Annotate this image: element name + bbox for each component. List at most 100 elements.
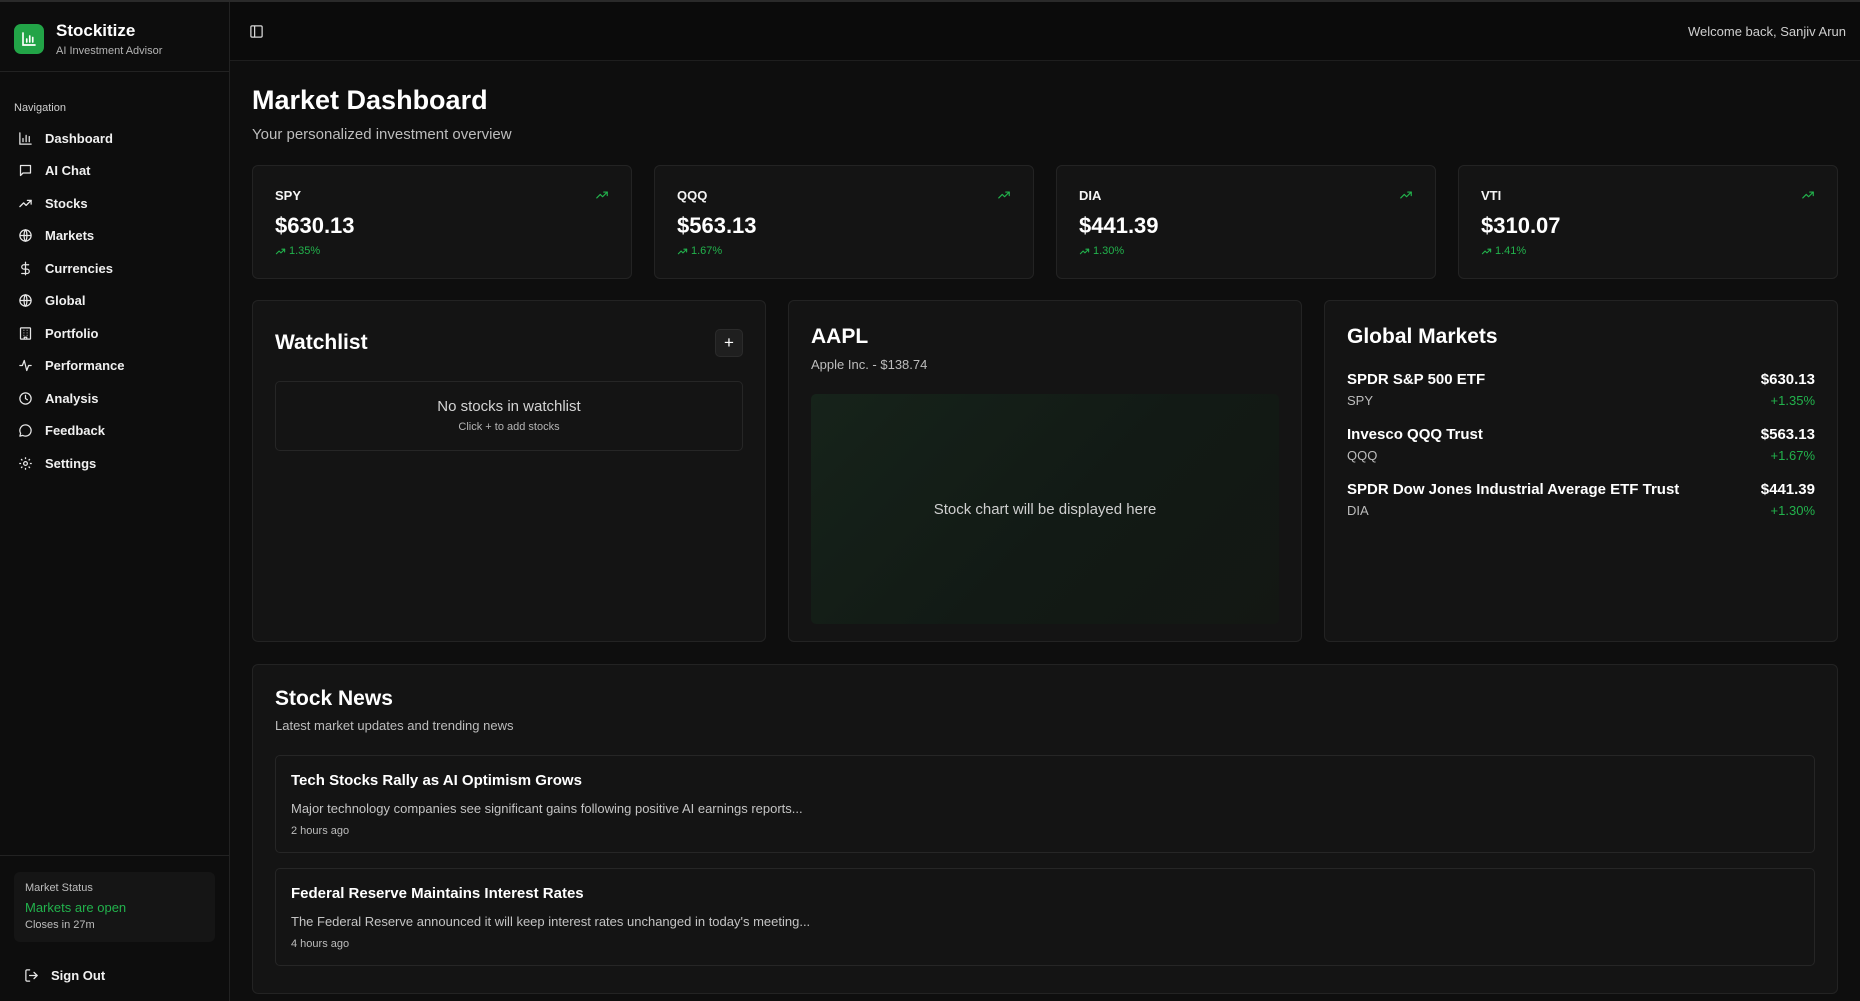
sidebar-item-label: AI Chat: [45, 163, 91, 179]
sidebar-item-ai-chat[interactable]: AI Chat: [0, 155, 229, 188]
sign-out-label: Sign Out: [51, 968, 106, 983]
chat-bubble-icon: [19, 165, 32, 177]
ticker-price: $310.07: [1481, 213, 1561, 238]
market-price: $441.39: [1760, 481, 1815, 498]
trend-up-icon: [275, 248, 286, 254]
sidebar-item-label: Performance: [45, 358, 125, 374]
ticker-card-dia[interactable]: DIA $441.39 1.30%: [1056, 165, 1436, 279]
sidebar-item-stocks[interactable]: Stocks: [0, 187, 229, 220]
brand[interactable]: Stockitize AI Investment Advisor: [0, 2, 229, 72]
watchlist-title: Watchlist: [275, 331, 368, 354]
global-markets-panel: Global Markets SPDR S&P 500 ETF SPY $630…: [1324, 300, 1838, 642]
news-subtitle: Latest market updates and trending news: [275, 718, 514, 733]
market-status-state: Markets are open: [25, 900, 127, 915]
market-price: $630.13: [1760, 371, 1815, 388]
market-symbol: DIA: [1347, 503, 1369, 518]
market-name: Invesco QQQ Trust: [1347, 426, 1483, 443]
list-item[interactable]: Invesco QQQ Trust QQQ $563.13 +1.67%: [1347, 426, 1815, 463]
ticker-card-vti[interactable]: VTI $310.07 1.41%: [1458, 165, 1838, 279]
sidebar-item-currencies[interactable]: Currencies: [0, 252, 229, 285]
ticker-price: $630.13: [275, 213, 355, 238]
market-name: SPDR S&P 500 ETF: [1347, 371, 1486, 388]
news-timestamp: 2 hours ago: [291, 825, 350, 837]
brand-name: Stockitize: [56, 20, 136, 40]
sidebar-item-performance[interactable]: Performance: [0, 350, 229, 383]
sidebar-item-label: Dashboard: [45, 130, 113, 146]
ticker-symbol: SPY: [275, 188, 302, 203]
sidebar-item-portfolio[interactable]: Portfolio: [0, 317, 229, 350]
trend-up-icon: [998, 191, 1010, 199]
main: Welcome back, Sanjiv Arun Market Dashboa…: [230, 2, 1860, 1001]
watchlist-empty-title: No stocks in watchlist: [437, 398, 581, 415]
news-timestamp: 4 hours ago: [291, 938, 350, 950]
ticker-price: $441.39: [1079, 213, 1159, 238]
watchlist-header: Watchlist +: [275, 329, 743, 357]
dashboard-content: Market Dashboard Your personalized inves…: [230, 61, 1860, 1001]
ticker-change: 1.41%: [1481, 245, 1815, 257]
sidebar-toggle-icon: [249, 24, 263, 38]
activity-icon: [19, 360, 32, 372]
stock-symbol-title: AAPL: [811, 325, 869, 348]
watchlist-empty-state: No stocks in watchlist Click + to add st…: [275, 381, 743, 451]
sidebar-item-analysis[interactable]: Analysis: [0, 382, 229, 415]
ticker-change: 1.67%: [677, 245, 1011, 257]
news-item[interactable]: Tech Stocks Rally as AI Optimism Grows M…: [275, 755, 1815, 853]
watchlist-empty-hint: Click + to add stocks: [458, 421, 560, 433]
trend-up-icon: [596, 191, 608, 199]
topbar: Welcome back, Sanjiv Arun: [230, 2, 1860, 61]
news-item[interactable]: Federal Reserve Maintains Interest Rates…: [275, 868, 1815, 966]
building-icon: [19, 327, 32, 340]
sidebar-item-dashboard[interactable]: Dashboard: [0, 122, 229, 155]
sign-out-button[interactable]: Sign Out: [14, 942, 215, 987]
welcome-text: Welcome back, Sanjiv Arun: [1688, 23, 1846, 39]
page-subtitle: Your personalized investment overview: [252, 126, 512, 143]
dollar-icon: [21, 261, 30, 276]
news-headline: Federal Reserve Maintains Interest Rates: [291, 885, 584, 902]
sidebar-item-markets[interactable]: Markets: [0, 220, 229, 253]
trend-up-icon: [677, 248, 688, 254]
clock-icon: [19, 392, 32, 405]
sidebar-footer: Market Status Markets are open Closes in…: [0, 855, 229, 1001]
news-description: The Federal Reserve announced it will ke…: [291, 914, 811, 929]
sidebar-toggle-button[interactable]: [247, 22, 265, 40]
add-stock-button[interactable]: +: [715, 329, 743, 357]
trend-up-icon: [1481, 248, 1492, 254]
global-markets-list: SPDR S&P 500 ETF SPY $630.13 +1.35% Inve…: [1347, 371, 1815, 518]
market-status-card: Market Status Markets are open Closes in…: [14, 872, 215, 942]
market-change: +1.67%: [1770, 448, 1815, 463]
ticker-change-value: 1.41%: [1495, 245, 1527, 257]
list-item[interactable]: SPDR Dow Jones Industrial Average ETF Tr…: [1347, 481, 1815, 518]
watchlist-panel: Watchlist + No stocks in watchlist Click…: [252, 300, 766, 642]
ticker-row: SPY $630.13 1.35% QQQ $563.13 1.67% DIA …: [252, 165, 1838, 279]
bar-chart-icon: [19, 132, 32, 145]
stock-detail-panel: AAPL Apple Inc. - $138.74 Stock chart wi…: [788, 300, 1302, 642]
market-status-title: Market Status: [25, 882, 93, 894]
market-symbol: QQQ: [1347, 448, 1378, 463]
sidebar-item-label: Feedback: [45, 423, 105, 439]
brand-subtitle: AI Investment Advisor: [56, 44, 163, 57]
global-markets-title: Global Markets: [1347, 325, 1498, 348]
sidebar-item-label: Settings: [45, 455, 97, 471]
market-change: +1.35%: [1770, 393, 1815, 408]
chat-bubble-icon: [19, 424, 32, 437]
market-symbol: SPY: [1347, 393, 1374, 408]
sidebar-item-feedback[interactable]: Feedback: [0, 415, 229, 448]
market-status-closes: Closes in 27m: [25, 919, 95, 931]
ticker-card-qqq[interactable]: QQQ $563.13 1.67%: [654, 165, 1034, 279]
market-change: +1.30%: [1770, 503, 1815, 518]
list-item[interactable]: SPDR S&P 500 ETF SPY $630.13 +1.35%: [1347, 371, 1815, 408]
ticker-change-value: 1.35%: [289, 245, 321, 257]
bar-chart-icon: [14, 23, 44, 54]
log-out-icon: [25, 969, 38, 982]
stock-chart-placeholder: Stock chart will be displayed here: [811, 394, 1279, 624]
gear-icon: [19, 457, 32, 470]
ticker-card-spy[interactable]: SPY $630.13 1.35%: [252, 165, 632, 279]
sidebar-item-global[interactable]: Global: [0, 285, 229, 318]
sidebar-item-label: Stocks: [45, 195, 88, 211]
ticker-change: 1.35%: [275, 245, 609, 257]
stock-subtitle: Apple Inc. - $138.74: [811, 357, 928, 372]
sidebar-item-settings[interactable]: Settings: [0, 447, 229, 480]
ticker-change-value: 1.30%: [1093, 245, 1125, 257]
globe-icon: [19, 229, 32, 243]
market-name: SPDR Dow Jones Industrial Average ETF Tr…: [1347, 481, 1680, 498]
